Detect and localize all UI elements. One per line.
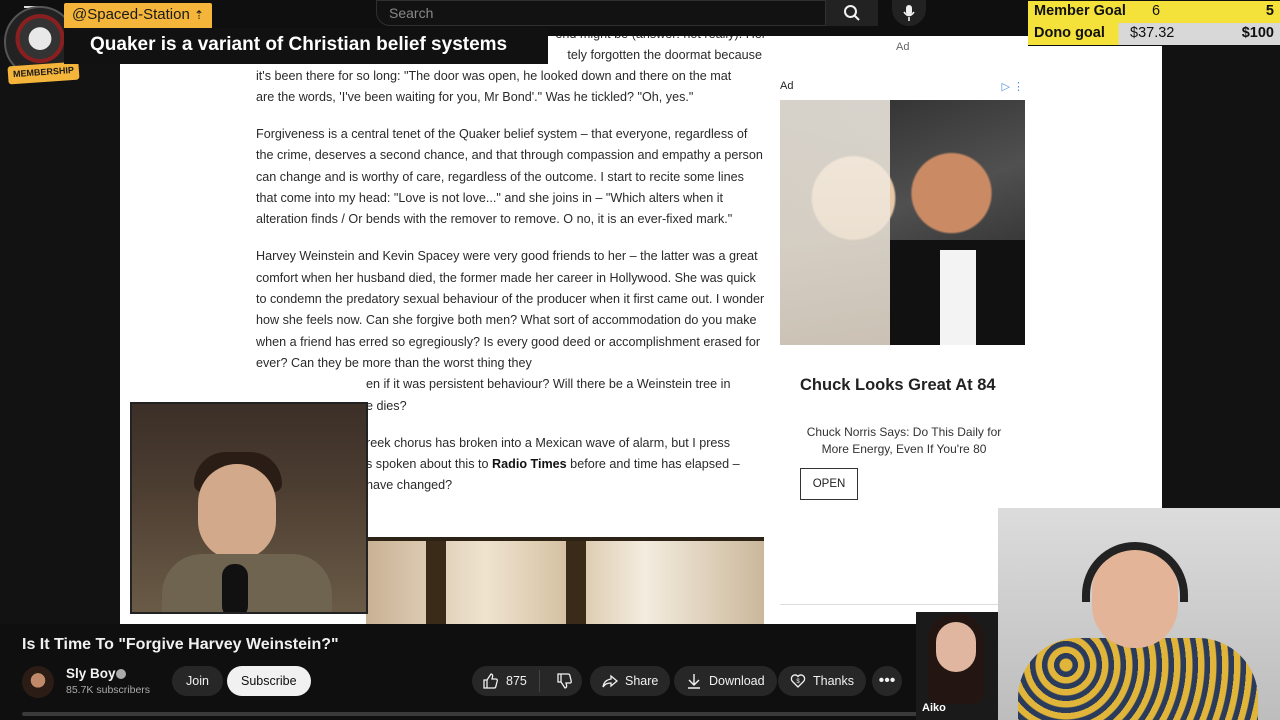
goal-current: $37.32 <box>1130 25 1175 41</box>
search-input[interactable]: Search <box>376 0 826 26</box>
upload-icon: ⇡ <box>193 8 205 22</box>
cohost-webcam <box>998 508 1280 720</box>
thanks-label: Thanks <box>813 674 854 688</box>
divider <box>780 604 1000 605</box>
article-link[interactable]: Radio Times <box>492 457 567 471</box>
download-button[interactable]: Download <box>674 666 777 696</box>
thanks-button[interactable]: $ Thanks <box>778 666 866 696</box>
subscribe-button[interactable]: Subscribe <box>227 666 311 696</box>
thanks-heart-icon: $ <box>790 674 806 688</box>
article-text: reek chorus has broken into a Mexican wa… <box>366 435 730 450</box>
article-paragraph-2: Forgiveness is a central tenet of the Qu… <box>256 127 763 227</box>
ad-description: Chuck Norris Says: Do This Daily for Mor… <box>806 425 1002 456</box>
ad-headline[interactable]: Chuck Looks Great At 84 <box>800 376 996 395</box>
article-text: Harvey Weinstein and Kevin Spacey were v… <box>256 249 765 370</box>
topic-banner: Quaker is a variant of Christian belief … <box>64 28 548 64</box>
ad-label-top: Ad <box>896 41 910 53</box>
article-image <box>366 537 764 624</box>
goal-label: Member Goal <box>1028 1 1132 23</box>
advertisement[interactable]: Ad ▷ ⋮ Chuck Looks Great At 84 Chuck Nor… <box>780 80 1030 500</box>
like-button[interactable]: 875 <box>472 670 540 692</box>
search-button[interactable] <box>826 0 878 26</box>
goal-target: 5 <box>1265 3 1274 19</box>
article-line: are the words, 'I've been waiting for yo… <box>256 90 694 104</box>
channel-name[interactable]: Sly Boy <box>66 666 116 681</box>
guest-name: Aiko <box>922 702 946 714</box>
download-icon <box>688 674 700 689</box>
download-label: Download <box>709 674 765 688</box>
share-arrow-icon <box>602 674 618 688</box>
ad-image[interactable] <box>780 100 1025 345</box>
channel-handle-text: @Spaced-Station <box>72 6 190 23</box>
article-paragraph-3: Harvey Weinstein and Kevin Spacey were v… <box>256 246 766 416</box>
dislike-button[interactable] <box>547 673 582 689</box>
goal-label: Dono goal <box>1028 23 1111 45</box>
video-info-bar: Is It Time To "Forgive Harvey Weinstein?… <box>0 624 998 720</box>
voice-search-button[interactable] <box>892 0 926 26</box>
ad-choices-icon[interactable]: ▷ ⋮ <box>1001 80 1024 93</box>
subscriber-count: 85.7K subscribers <box>66 684 151 696</box>
more-actions-button[interactable]: ••• <box>872 666 902 696</box>
ad-open-button[interactable]: OPEN <box>800 468 858 500</box>
share-label: Share <box>625 674 659 688</box>
thumbs-up-icon <box>483 673 498 689</box>
channel-handle: @Spaced-Station ⇡ <box>64 3 213 29</box>
video-progress-bar[interactable] <box>22 712 998 716</box>
dono-goal: Dono goal $37.32 $100 <box>1028 23 1280 45</box>
goal-target: $100 <box>1241 25 1274 41</box>
verified-icon <box>116 669 126 679</box>
member-goal: Member Goal 6 5 <box>1028 1 1280 23</box>
like-count: 875 <box>506 674 527 688</box>
membership-badge: MEMBERSHIP <box>7 61 80 85</box>
article-text: before and time has elapsed – <box>566 457 740 472</box>
streamer-webcam <box>130 402 368 614</box>
ad-label: Ad <box>780 80 794 92</box>
article-text: have changed? <box>366 478 453 493</box>
svg-text:$: $ <box>796 679 800 685</box>
like-dislike-group: 875 <box>472 666 582 696</box>
join-button[interactable]: Join <box>172 666 223 696</box>
article-text: s spoken about this to <box>366 457 493 472</box>
stream-screen: end might be (answer: not really). Her t… <box>0 0 1280 720</box>
mic-icon <box>903 5 915 21</box>
channel-avatar[interactable] <box>22 666 54 698</box>
search-icon <box>844 5 860 21</box>
share-button[interactable]: Share <box>590 666 671 696</box>
article-text: en if it was persistent behaviour? Will … <box>366 377 731 392</box>
more-horizontal-icon: ••• <box>878 672 896 689</box>
article-line: it's been there for so long: "The door w… <box>256 69 732 83</box>
goal-current: 6 <box>1152 3 1161 19</box>
thumbs-down-icon <box>557 673 573 689</box>
video-title: Is It Time To "Forgive Harvey Weinstein?… <box>22 636 339 653</box>
goal-panel: Member Goal 6 5 Dono goal $37.32 $100 <box>1028 0 1280 46</box>
article-line: tely forgotten the doormat because <box>567 48 762 62</box>
